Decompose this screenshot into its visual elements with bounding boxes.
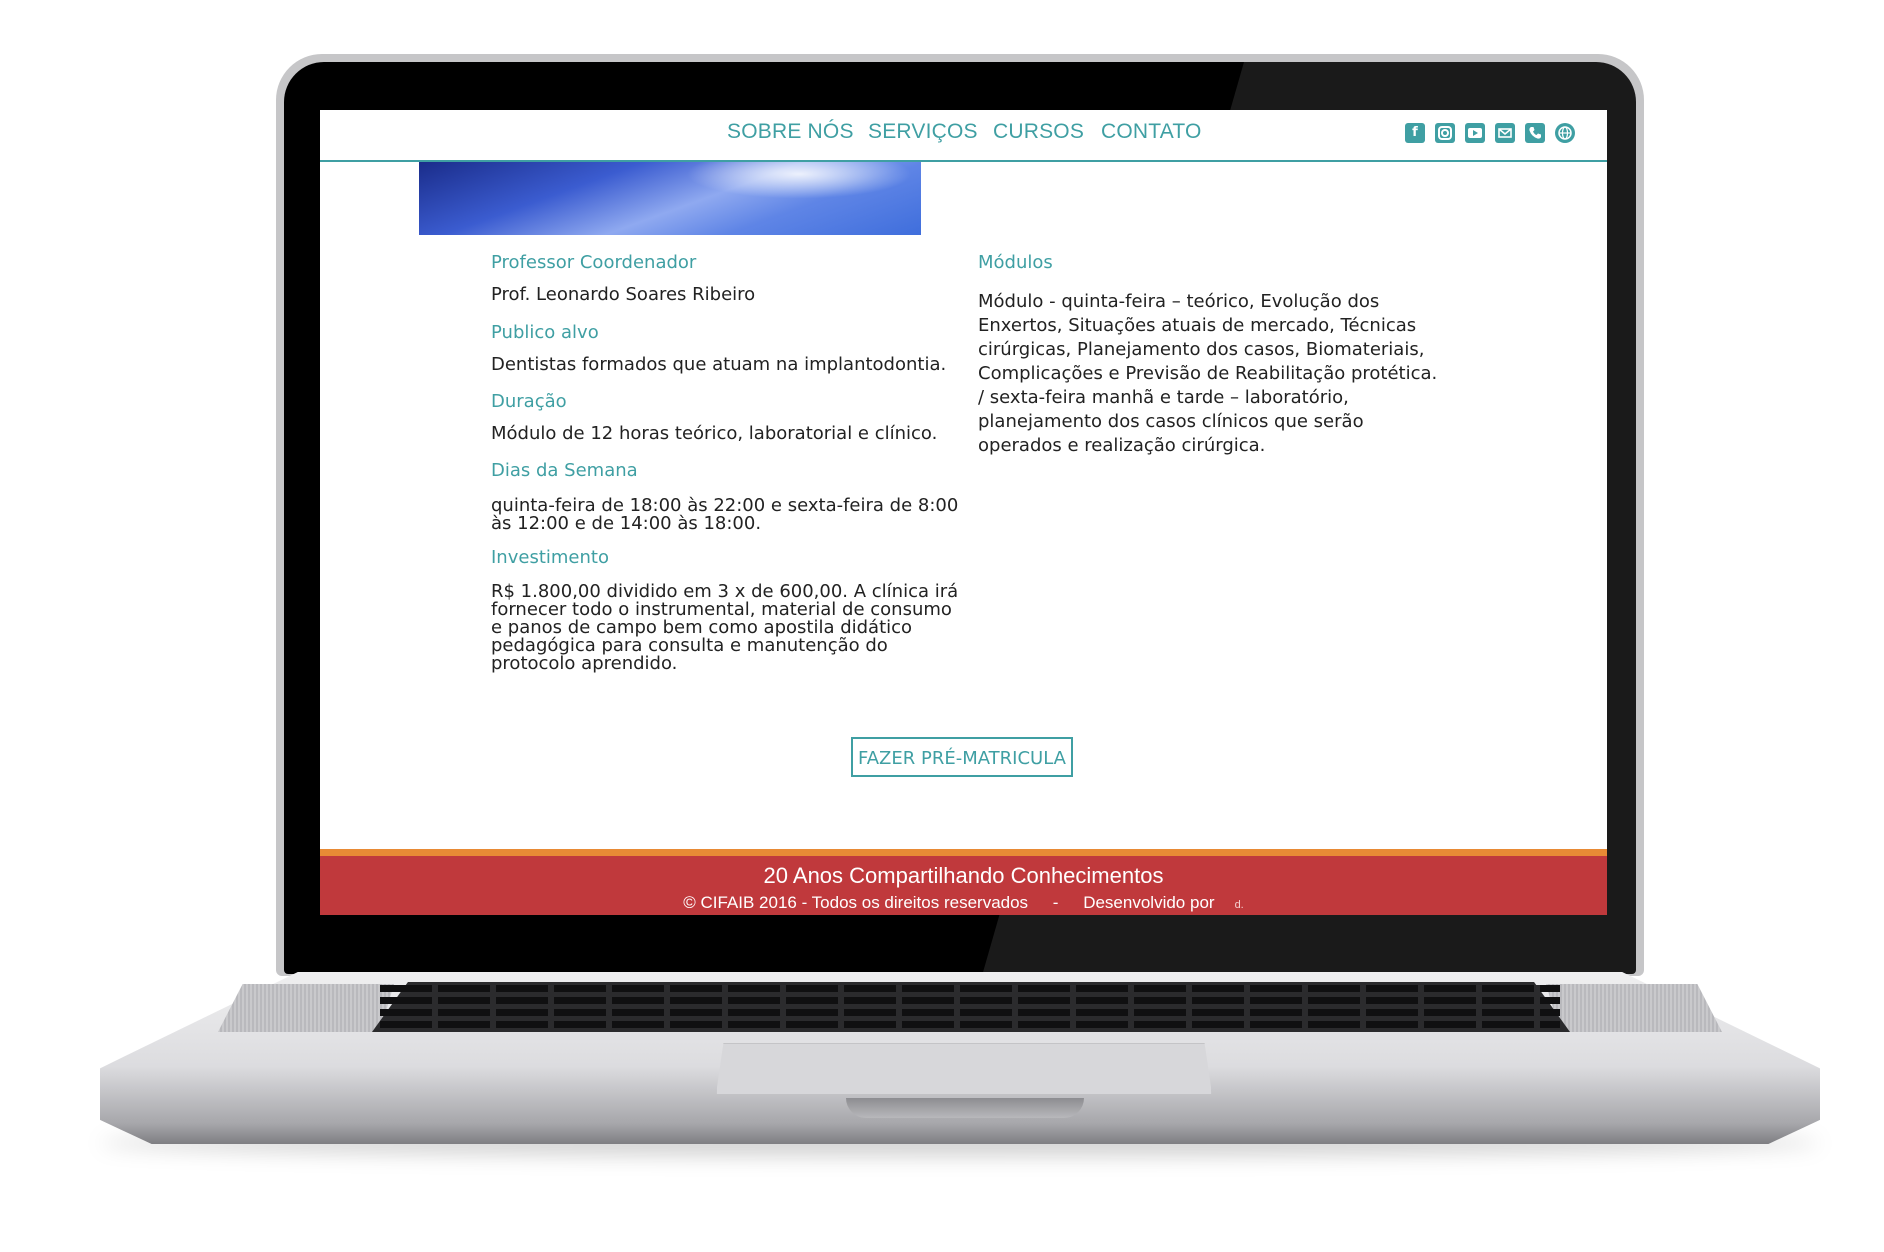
trackpad [716, 1043, 1212, 1094]
site-footer: 20 Anos Compartilhando Conhecimentos © C… [320, 856, 1607, 915]
instagram-icon[interactable] [1435, 123, 1455, 143]
phone-icon[interactable] [1525, 123, 1545, 143]
nav-cursos[interactable]: CURSOS [993, 120, 1084, 144]
investment-label: Investimento [491, 547, 609, 568]
developed-by-text: Desenvolvido por [1083, 893, 1215, 912]
keyboard-row [380, 1009, 1560, 1016]
footer-accent-stripe [320, 849, 1607, 856]
coordinator-value: Prof. Leonardo Soares Ribeiro [491, 284, 756, 305]
nav-sobre-nos[interactable]: SOBRE NÓS [727, 120, 854, 144]
nav-servicos[interactable]: SERVIÇOS [868, 120, 978, 144]
course-banner-image [419, 162, 921, 235]
top-navigation: SOBRE NÓS SERVIÇOS CURSOS CONTATO f [320, 110, 1607, 162]
audience-value: Dentistas formados que atuam na implanto… [491, 354, 947, 375]
browser-viewport: SOBRE NÓS SERVIÇOS CURSOS CONTATO f Prof… [320, 110, 1607, 915]
keyboard-row [380, 985, 1560, 992]
coordinator-label: Professor Coordenador [491, 252, 697, 273]
youtube-icon[interactable] [1465, 123, 1485, 143]
speaker-grille-left [218, 984, 394, 1032]
lid-notch [846, 1098, 1084, 1118]
email-icon[interactable] [1495, 123, 1515, 143]
copyright-text: © CIFAIB 2016 - Todos os direitos reserv… [683, 893, 1029, 912]
modules-label: Módulos [978, 252, 1053, 273]
nav-contato[interactable]: CONTATO [1101, 120, 1202, 144]
footer-separator: - [1052, 893, 1059, 912]
days-value: quinta-feira de 18:00 às 22:00 e sexta-f… [491, 495, 959, 534]
days-label: Dias da Semana [491, 460, 638, 481]
facebook-icon[interactable]: f [1405, 123, 1425, 143]
duration-label: Duração [491, 391, 567, 412]
globe-icon[interactable] [1555, 123, 1575, 143]
pre-enrollment-button[interactable]: FAZER PRÉ-MATRICULA [851, 737, 1073, 777]
keyboard-row [380, 997, 1560, 1004]
footer-tagline: 20 Anos Compartilhando Conhecimentos [763, 863, 1164, 888]
audience-label: Publico alvo [491, 322, 599, 343]
footer-copyright-line: © CIFAIB 2016 - Todos os direitos reserv… [320, 893, 1607, 913]
investment-value: R$ 1.800,00 dividido em 3 x de 600,00. A… [491, 581, 959, 674]
duration-value: Módulo de 12 horas teórico, laboratorial… [491, 423, 938, 444]
developer-logo[interactable]: d. [1235, 899, 1244, 911]
keyboard-row [380, 1021, 1560, 1028]
speaker-grille-right [1546, 984, 1722, 1032]
modules-value: Módulo - quinta-feira – teórico, Evoluçã… [978, 291, 1438, 456]
